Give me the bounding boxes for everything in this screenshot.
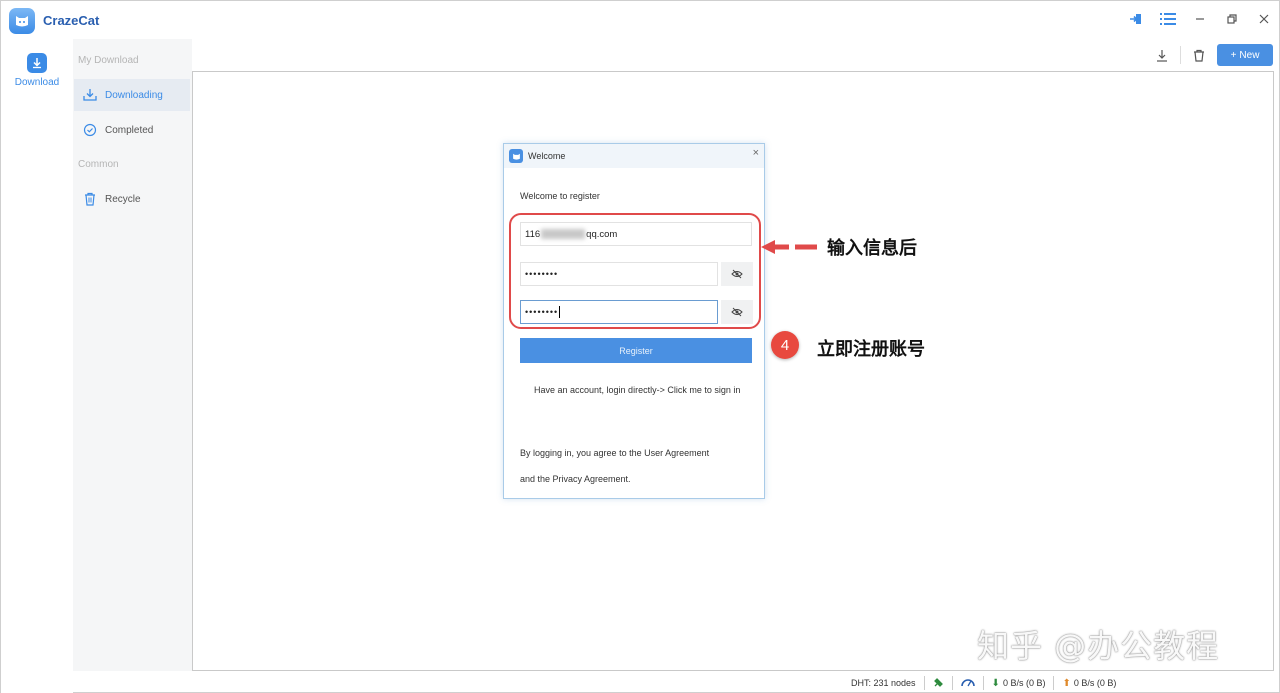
new-task-button[interactable]: + New (1217, 44, 1273, 66)
window-controls (1127, 9, 1273, 29)
download-speed: ⬇ 0 B/s (0 B) (992, 678, 1046, 689)
rail-download-label: Download (14, 77, 60, 88)
left-rail: Download (1, 39, 73, 693)
dialog-title: Welcome (528, 151, 566, 161)
speed-gauge-icon[interactable] (960, 677, 975, 689)
sidebar: My Download Downloading Completed Common… (73, 39, 192, 671)
app-logo-icon (9, 8, 35, 34)
download-speed-value: 0 B/s (0 B) (1002, 678, 1046, 688)
agreement-text-line1: By logging in, you agree to the User Agr… (520, 448, 710, 458)
status-divider (923, 676, 925, 690)
sidebar-item-label: Recycle (105, 193, 141, 205)
title-bar: CrazeCat (1, 1, 1279, 39)
close-icon[interactable] (1255, 9, 1273, 29)
new-task-label: New (1239, 49, 1260, 61)
download-icon (27, 53, 47, 73)
watermark: 知乎 @办公教程 (977, 627, 1220, 665)
toolbar: + New (1152, 44, 1273, 66)
check-circle-icon (83, 123, 97, 137)
delete-icon[interactable] (1189, 45, 1209, 65)
sidebar-item-label: Completed (105, 124, 154, 136)
arrow-up-icon: ⬆ (1062, 677, 1071, 689)
agreement-text-line2: and the Privacy Agreement. (520, 474, 631, 484)
download-tray-icon (83, 88, 97, 102)
close-icon[interactable]: × (753, 147, 759, 159)
sidebar-item-recycle[interactable]: Recycle (74, 183, 190, 215)
sidebar-item-downloading[interactable]: Downloading (74, 79, 190, 111)
annotation-input-note: 输入信息后 (827, 238, 917, 259)
dialog-header: Welcome × (504, 144, 764, 168)
download-to-icon[interactable] (1152, 45, 1172, 65)
register-button[interactable]: Register (520, 338, 752, 363)
annotation-arrow-icon (761, 240, 817, 254)
status-divider (1053, 676, 1055, 690)
app-logo-icon (509, 149, 523, 163)
plugin-icon[interactable] (933, 677, 944, 690)
dialog-subtitle: Welcome to register (520, 191, 600, 201)
toolbar-divider (1180, 46, 1181, 64)
sidebar-heading-common: Common (78, 159, 119, 170)
dht-status: DHT: 231 nodes (851, 678, 916, 688)
annotation-highlight-box (509, 213, 761, 329)
upload-speed-value: 0 B/s (0 B) (1073, 678, 1117, 688)
step-number-badge: 4 (771, 331, 799, 359)
trash-icon (83, 192, 97, 206)
app-name: CrazeCat (43, 13, 100, 28)
minimize-icon[interactable] (1191, 9, 1209, 29)
sidebar-item-label: Downloading (105, 89, 163, 101)
app-window: CrazeCat Download My Download Downloadin… (0, 0, 1280, 693)
rail-item-download[interactable]: Download (1, 53, 73, 88)
status-bar: DHT: 231 nodes ⬇ 0 B/s (0 B) ⬆ 0 B/s (0 … (851, 673, 1116, 693)
sidebar-item-completed[interactable]: Completed (74, 114, 190, 146)
sidebar-heading-my-download: My Download (78, 55, 139, 66)
sign-in-link[interactable]: Have an account, login directly-> Click … (534, 385, 740, 395)
upload-speed: ⬆ 0 B/s (0 B) (1062, 678, 1116, 689)
plus-icon: + (1230, 49, 1237, 61)
annotation-register-note: 立即注册账号 (817, 339, 925, 360)
restore-icon[interactable] (1223, 9, 1241, 29)
menu-list-icon[interactable] (1159, 9, 1177, 29)
status-divider (982, 676, 984, 690)
arrow-down-icon: ⬇ (991, 677, 1000, 689)
status-divider (951, 676, 953, 690)
login-icon[interactable] (1127, 9, 1145, 29)
